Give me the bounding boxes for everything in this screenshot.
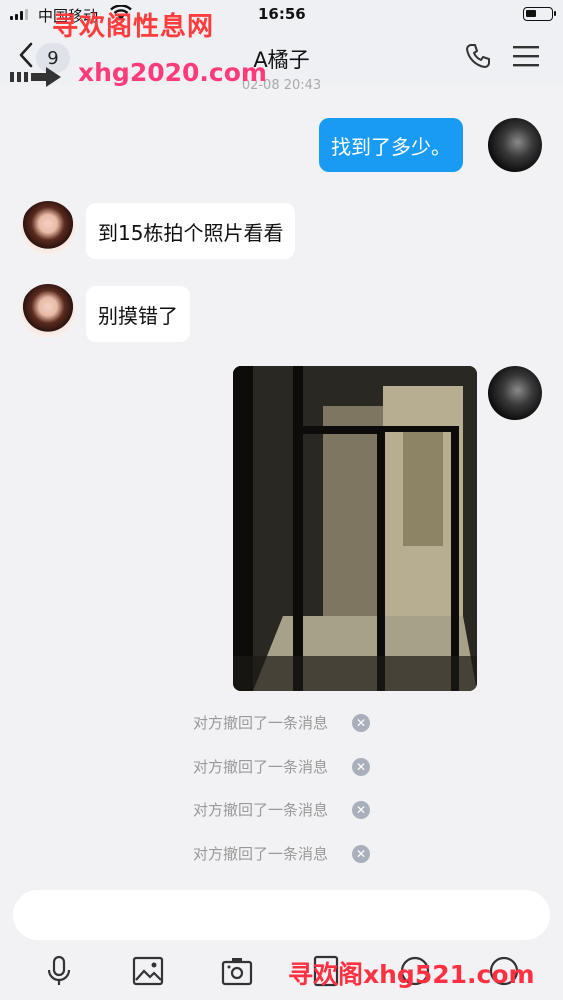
contact-avatar[interactable] (21, 284, 75, 338)
message-bubble-other[interactable]: 别摸错了 (86, 286, 190, 342)
self-avatar[interactable] (488, 118, 542, 172)
phone-icon (466, 44, 490, 68)
watermark-text-bottom: 寻欢阁xhg521.com (288, 960, 535, 989)
watermark-text: 寻欢阁性息网 (52, 12, 215, 42)
recall-text: 对方撤回了一条消息 (192, 714, 328, 732)
phone-call-button[interactable] (464, 42, 492, 74)
clock-time: 16:56 (258, 5, 306, 23)
watermark-arrow-icon (10, 66, 62, 92)
watermark-url: xhg2020.com (78, 58, 267, 87)
recall-text: 对方撤回了一条消息 (192, 758, 328, 776)
battery-icon (523, 7, 556, 21)
recalled-message-notice: 对方撤回了一条消息 ✕ (0, 799, 563, 820)
recall-text: 对方撤回了一条消息 (192, 801, 328, 819)
recalled-message-notice: 对方撤回了一条消息 ✕ (0, 756, 563, 777)
photo-icon[interactable] (132, 955, 164, 987)
close-icon[interactable]: ✕ (352, 713, 370, 732)
chat-menu-button[interactable] (512, 45, 540, 71)
recall-text: 对方撤回了一条消息 (192, 845, 328, 863)
close-icon[interactable]: ✕ (352, 844, 370, 863)
recalled-message-notice: 对方撤回了一条消息 ✕ (0, 712, 563, 733)
message-bubble-other[interactable]: 到15栋拍个照片看看 (86, 203, 296, 259)
close-icon[interactable]: ✕ (352, 800, 370, 819)
menu-icon (513, 46, 539, 67)
microphone-icon[interactable] (43, 955, 75, 987)
camera-icon[interactable] (221, 955, 253, 987)
recalled-message-notice: 对方撤回了一条消息 ✕ (0, 843, 563, 864)
message-bubble-self[interactable]: 找到了多少。 (319, 118, 463, 172)
signal-icon (10, 9, 28, 20)
contact-avatar[interactable] (21, 201, 75, 255)
close-icon[interactable]: ✕ (352, 757, 370, 776)
self-avatar[interactable] (488, 366, 542, 420)
message-input[interactable] (13, 890, 550, 940)
image-message[interactable] (233, 366, 477, 691)
